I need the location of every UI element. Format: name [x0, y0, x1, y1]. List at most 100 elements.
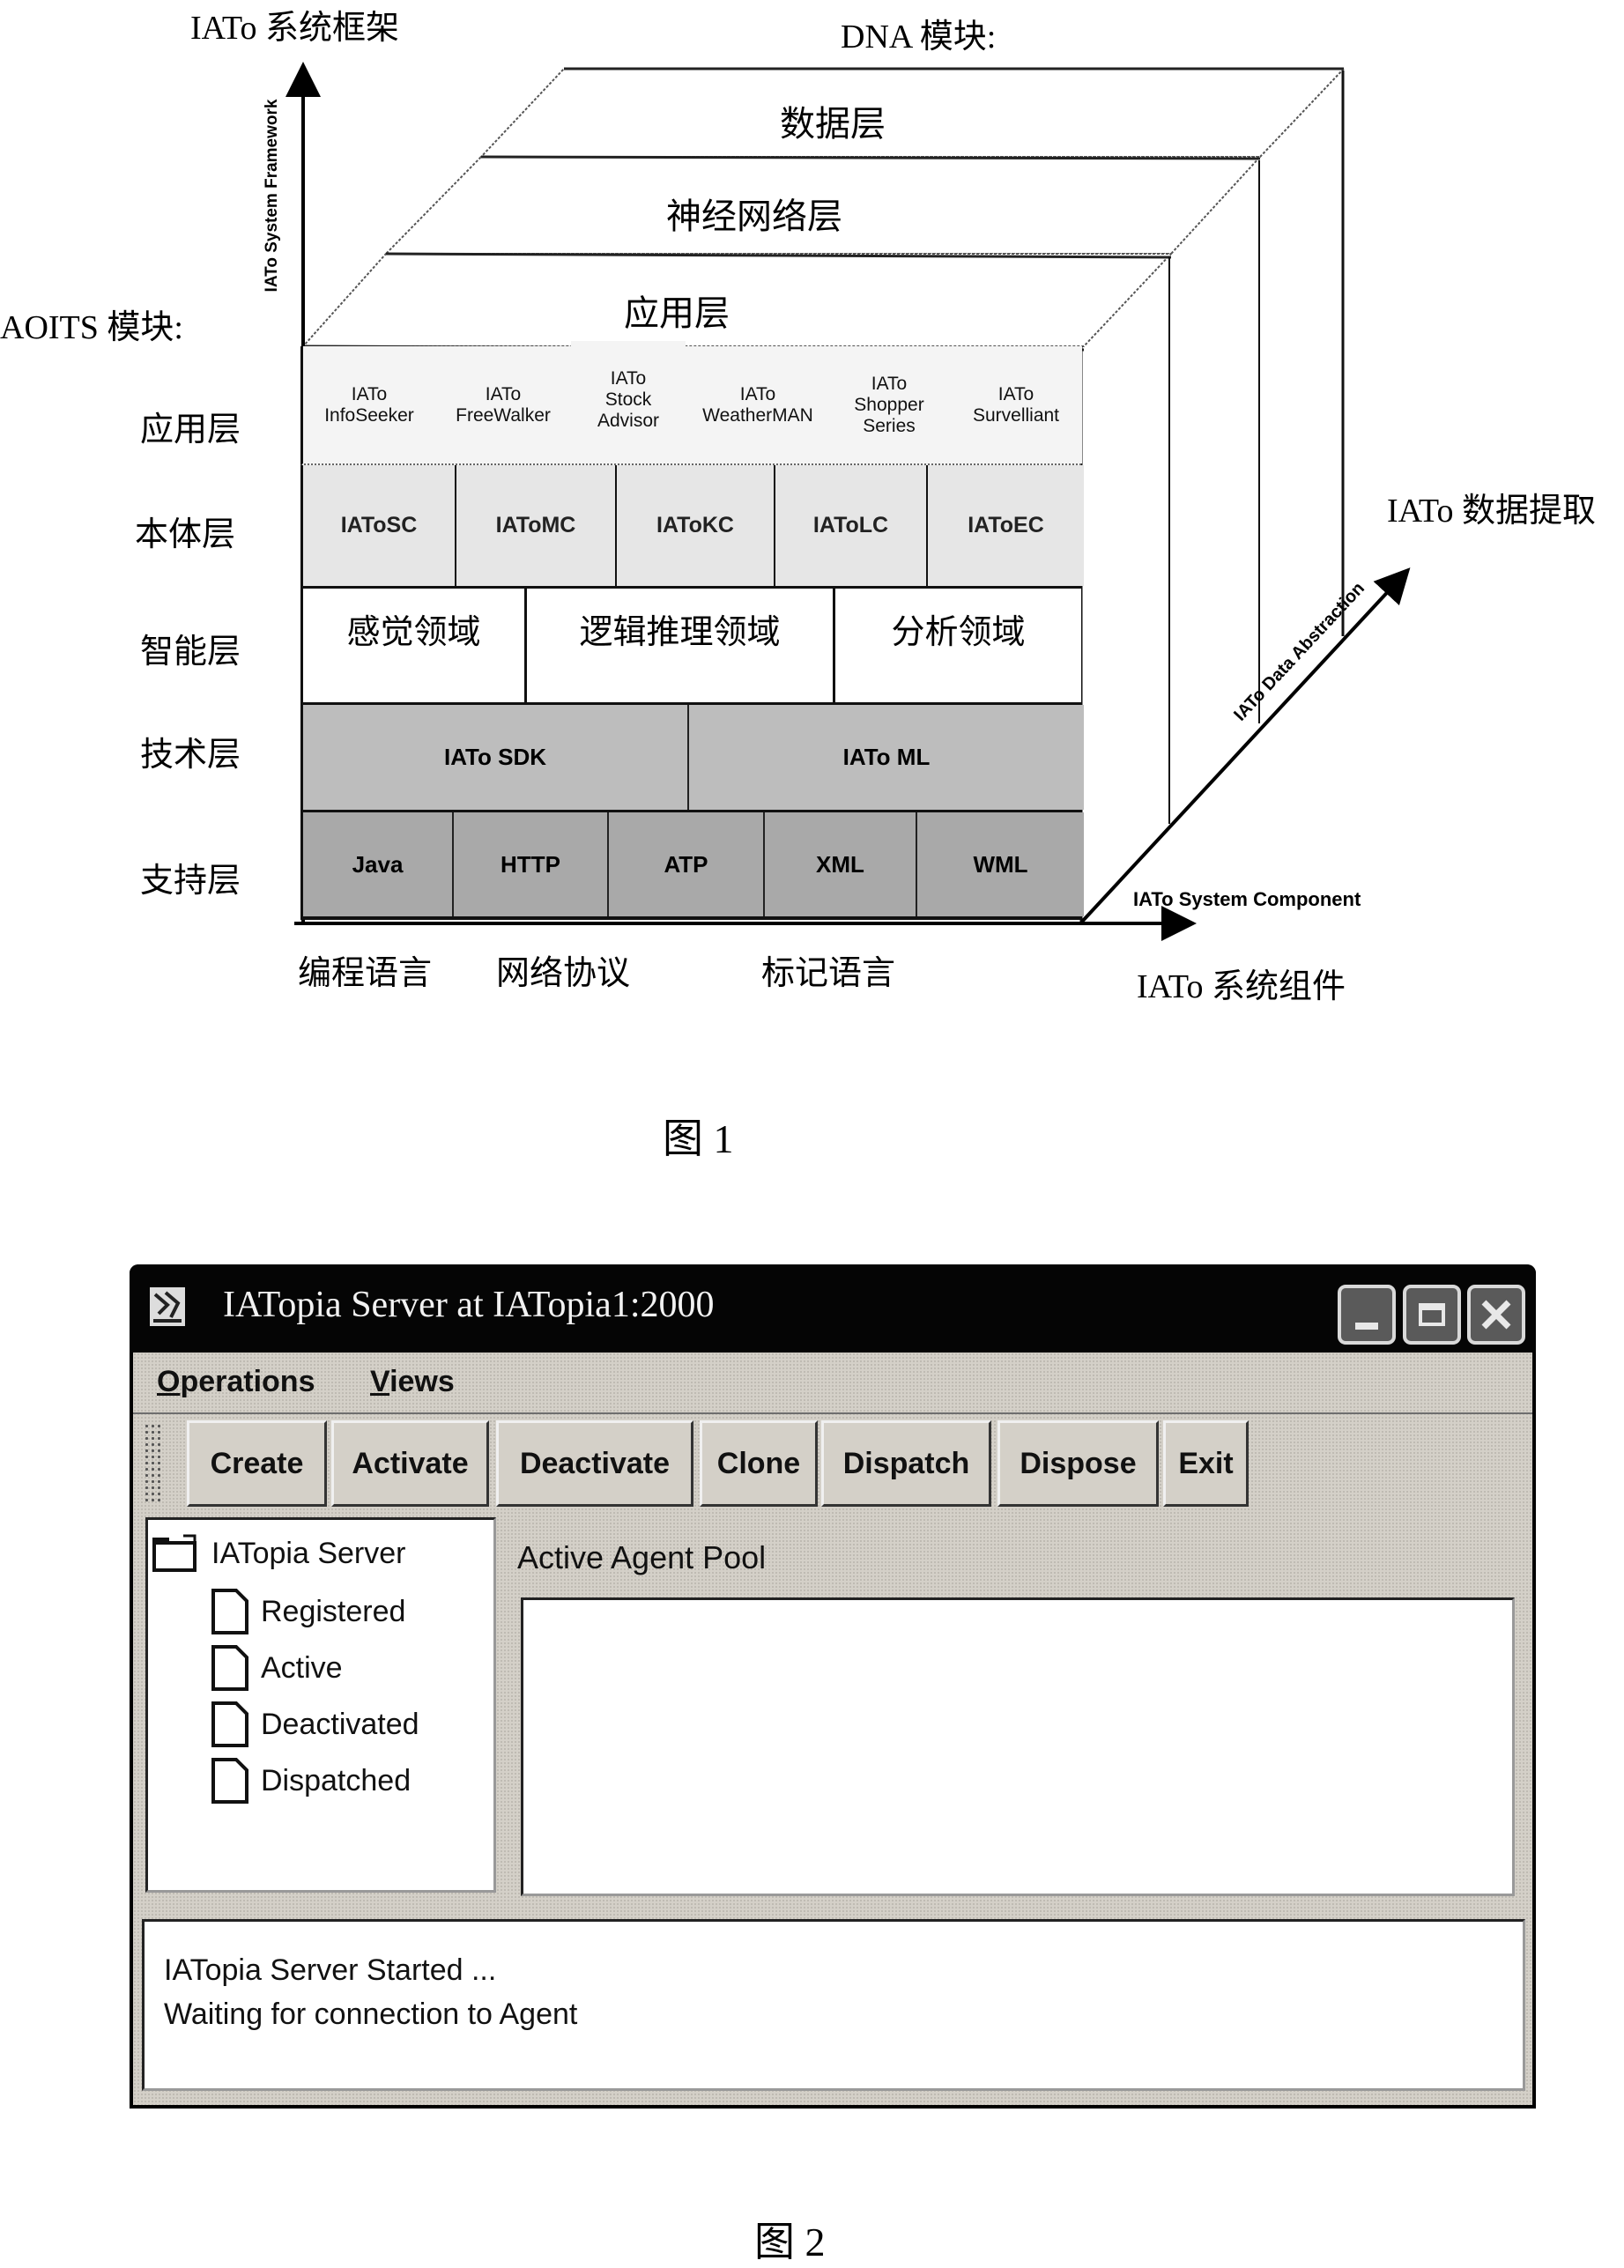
tech-iato-ml: IATo ML — [689, 705, 1084, 810]
menu-bar: Operations Views — [133, 1353, 1532, 1412]
dispose-button[interactable]: Dispose — [997, 1420, 1159, 1507]
onto-iatokc: IAToKC — [617, 465, 775, 586]
group-network-protocol: 网络协议 — [496, 955, 631, 992]
dna-layer-data: 数据层 — [780, 104, 886, 144]
menu-mnemonic: O — [157, 1365, 181, 1398]
clone-button[interactable]: Clone — [700, 1420, 818, 1507]
y-axis-title: IATo 系统框架 — [190, 10, 399, 47]
folder-icon — [152, 1534, 197, 1572]
tree-item-label: Active — [261, 1650, 343, 1685]
app-shopper-series: IATo Shopper Series — [830, 346, 948, 463]
title-bar[interactable]: IATopia Server at IATopia1:2000 — [130, 1264, 1536, 1353]
tree-item-dispatched[interactable]: Dispatched — [211, 1758, 411, 1804]
maximize-button[interactable] — [1403, 1285, 1461, 1345]
dna-app-layer-face — [300, 253, 1174, 347]
support-atp: ATP — [609, 812, 765, 916]
support-http: HTTP — [454, 812, 609, 916]
onto-iatoec: IAToEC — [928, 465, 1084, 586]
aoits-module-title: AOITS 模块: — [0, 309, 183, 346]
server-log[interactable]: IATopia Server Started ... Waiting for c… — [142, 1919, 1525, 2091]
deactivate-button[interactable]: Deactivate — [496, 1420, 693, 1507]
menu-separator — [133, 1412, 1532, 1414]
dna-layer-neural: 神经网络层 — [666, 196, 842, 236]
tree-item-label: Deactivated — [261, 1707, 419, 1741]
z-axis — [1079, 567, 1411, 924]
dispatch-button[interactable]: Dispatch — [821, 1420, 991, 1507]
toolbar-grip-handle[interactable] — [144, 1423, 163, 1502]
onto-iatolc: IAToLC — [775, 465, 928, 586]
document-icon — [211, 1758, 248, 1804]
tree-root-label: IATopia Server — [211, 1536, 406, 1570]
window-client-area: Operations Views Create Activate Deactiv… — [133, 1353, 1532, 2105]
aoits-label-intelligence: 智能层 — [139, 634, 241, 671]
minimize-button[interactable] — [1338, 1285, 1396, 1345]
support-xml: XML — [765, 812, 917, 916]
app-freewalker: IATo FreeWalker — [437, 346, 569, 463]
maximize-icon — [1419, 1303, 1445, 1326]
active-agent-pool-list[interactable] — [521, 1597, 1515, 1896]
tree-item-registered[interactable]: Registered — [211, 1589, 405, 1634]
document-icon — [211, 1589, 248, 1634]
tree-item-active[interactable]: Active — [211, 1645, 343, 1691]
close-icon — [1481, 1300, 1511, 1330]
support-wml: WML — [917, 812, 1084, 916]
app-infoseeker: IATo InfoSeeker — [303, 346, 435, 463]
app-icon — [146, 1282, 190, 1330]
minimize-icon — [1355, 1323, 1378, 1330]
support-java: Java — [303, 812, 454, 916]
dna-layer-application: 应用层 — [624, 293, 730, 333]
toolbar: Create Activate Deactivate Clone Dispatc… — [133, 1416, 1532, 1513]
dna-data-layer-face — [478, 68, 1346, 158]
exit-button[interactable]: Exit — [1163, 1420, 1249, 1507]
aoits-label-ontology: 本体层 — [134, 516, 235, 553]
close-button[interactable] — [1467, 1285, 1525, 1345]
tech-iato-sdk: IATo SDK — [303, 705, 689, 810]
menu-operations[interactable]: Operations — [157, 1365, 315, 1399]
figure-1-iato-framework-diagram: IATo 系统框架 DNA 模块: AOITS 模块: IATo System … — [0, 0, 1624, 1172]
figure-2-caption: 图 2 — [754, 2220, 826, 2264]
window-title: IATopia Server at IATopia1:2000 — [223, 1285, 715, 1325]
app-stock-advisor: IATo Stock Advisor — [571, 341, 686, 458]
figure-1-caption: 图 1 — [663, 1116, 734, 1161]
row-support-layer: Java HTTP ATP XML WML — [300, 812, 1084, 920]
document-icon — [211, 1701, 248, 1747]
z-axis-title: IATo 数据提取 — [1387, 493, 1596, 530]
activate-button[interactable]: Activate — [331, 1420, 489, 1507]
log-line: IATopia Server Started ... — [164, 1953, 497, 1987]
tree-item-deactivated[interactable]: Deactivated — [211, 1701, 419, 1747]
slab-edge — [480, 155, 1261, 160]
menu-label: iews — [389, 1365, 455, 1398]
intel-perception: 感觉领域 — [303, 589, 527, 702]
aoits-label-technology: 技术层 — [139, 737, 241, 774]
intel-logic-reasoning: 逻辑推理领域 — [527, 589, 835, 702]
aoits-label-application: 应用层 — [139, 411, 241, 448]
group-programming-language: 编程语言 — [298, 955, 433, 992]
row-technology-layer: IATo SDK IATo ML — [300, 705, 1084, 812]
menu-label: perations — [180, 1365, 315, 1398]
group-markup-language: 标记语言 — [761, 955, 896, 992]
aoits-label-support: 支持层 — [139, 863, 241, 900]
tree-item-label: Dispatched — [261, 1763, 412, 1797]
x-axis-label: IATo System Component — [1133, 888, 1361, 910]
menu-views[interactable]: Views — [370, 1365, 455, 1399]
intel-analysis: 分析领域 — [835, 589, 1081, 702]
menu-mnemonic: V — [370, 1365, 390, 1398]
app-surveillant: IATo Survelliant — [950, 346, 1082, 463]
y-axis-label: IATo System Framework — [263, 99, 281, 293]
document-icon — [211, 1645, 248, 1691]
tree-item-label: Registered — [261, 1594, 406, 1628]
create-button[interactable]: Create — [187, 1420, 327, 1507]
row-application-layer: IATo InfoSeeker IATo FreeWalker IATo Sto… — [300, 341, 1082, 465]
iatopia-server-window: IATopia Server at IATopia1:2000 Operatio… — [130, 1264, 1536, 2109]
onto-iatomc: IAToMC — [456, 465, 617, 586]
log-line: Waiting for connection to Agent — [164, 1997, 578, 2031]
x-axis-title: IATo 系统组件 — [1137, 968, 1346, 1005]
onto-iatosc: IAToSC — [303, 465, 456, 586]
tree-root[interactable]: IATopia Server — [152, 1534, 405, 1573]
active-agent-pool-label: Active Agent Pool — [517, 1539, 767, 1575]
row-intelligence-layer: 感觉领域 逻辑推理领域 分析领域 — [300, 586, 1081, 705]
row-ontology-layer: IAToSC IAToMC IAToKC IAToLC IAToEC — [300, 465, 1084, 586]
dna-module-title: DNA 模块: — [841, 19, 997, 56]
agent-tree[interactable]: IATopia Server Registered Active Deactiv… — [145, 1517, 496, 1893]
app-weatherman: IATo WeatherMAN — [687, 346, 828, 463]
